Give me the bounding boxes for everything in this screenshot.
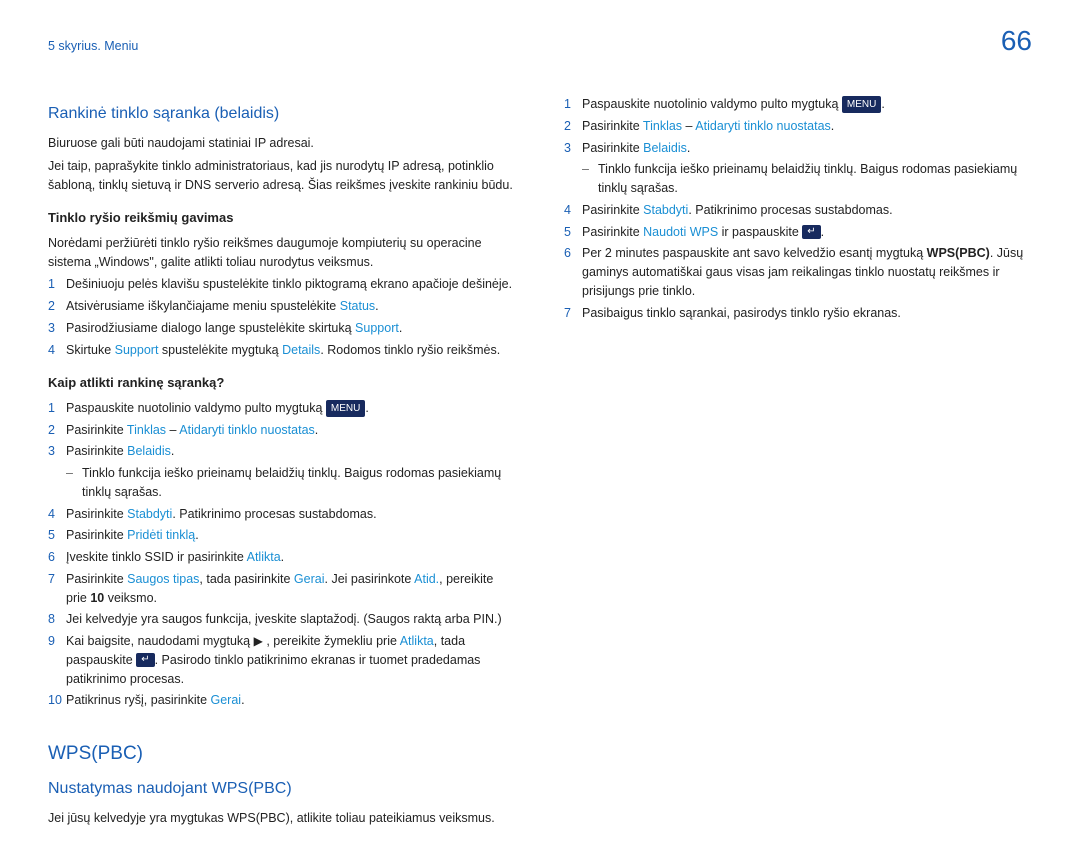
para: Jei jūsų kelvedyje yra mygtukas WPS(PBC)… — [48, 809, 516, 828]
enter-badge: ↵ — [136, 653, 154, 667]
dash-item: –Tinklo funkcija ieško prieinamų belaidž… — [582, 160, 1032, 198]
list-item: 1Paspauskite nuotolinio valdymo pulto my… — [48, 399, 516, 418]
list-item: 5Pasirinkite Pridėti tinklą. — [48, 526, 516, 545]
play-icon: ▶ — [254, 634, 263, 648]
list-body: Įveskite tinklo SSID ir pasirinkite Atli… — [66, 548, 516, 567]
list-number: 2 — [564, 117, 582, 136]
list-body: Skirtuke Support spustelėkite mygtuką De… — [66, 341, 516, 360]
list-item: 3Pasirinkite Belaidis. — [48, 442, 516, 461]
list-item: 3Pasirinkite Belaidis. — [564, 139, 1032, 158]
left-column: Rankinė tinklo sąranka (belaidis) Biuruo… — [48, 92, 516, 831]
list-number: 3 — [48, 442, 66, 461]
content-columns: Rankinė tinklo sąranka (belaidis) Biuruo… — [48, 92, 1032, 831]
list-number: 6 — [48, 548, 66, 567]
list-body: Pasibaigus tinklo sąrankai, pasirodys ti… — [582, 304, 1032, 323]
list-body: Paspauskite nuotolinio valdymo pulto myg… — [66, 399, 516, 418]
list-number: 3 — [48, 319, 66, 338]
enter-badge: ↵ — [802, 225, 820, 239]
page-header: 5 skyrius. Meniu 66 — [48, 20, 1032, 62]
list-number: 5 — [564, 223, 582, 242]
dash-body: Tinklo funkcija ieško prieinamų belaidži… — [82, 464, 516, 502]
list-body: Pasirinkite Pridėti tinklą. — [66, 526, 516, 545]
list-number: 9 — [48, 632, 66, 688]
list-body: Pasirinkite Tinklas – Atidaryti tinklo n… — [582, 117, 1032, 136]
list-body: Pasirinkite Saugos tipas, tada pasirinki… — [66, 570, 516, 608]
list-item: 6Per 2 minutes paspauskite ant savo kelv… — [564, 244, 1032, 300]
page-number: 66 — [1001, 20, 1032, 62]
list-number: 8 — [48, 610, 66, 629]
list-body: Per 2 minutes paspauskite ant savo kelve… — [582, 244, 1032, 300]
section-manual-wireless: Rankinė tinklo sąranka (belaidis) — [48, 102, 516, 126]
list-number: 1 — [564, 95, 582, 114]
list-body: Kai baigsite, naudodami mygtuką ▶ , pere… — [66, 632, 516, 688]
list-item: 8Jei kelvedyje yra saugos funkcija, įves… — [48, 610, 516, 629]
list-body: Pasirinkite Tinklas – Atidaryti tinklo n… — [66, 421, 516, 440]
list-item: 9Kai baigsite, naudodami mygtuką ▶ , per… — [48, 632, 516, 688]
list-body: Patikrinus ryšį, pasirinkite Gerai. — [66, 691, 516, 710]
list-item: 4Pasirinkite Stabdyti. Patikrinimo proce… — [564, 201, 1032, 220]
list-item: 2Pasirinkite Tinklas – Atidaryti tinklo … — [564, 117, 1032, 136]
list-number: 4 — [48, 341, 66, 360]
list-body: Pasirinkite Belaidis. — [582, 139, 1032, 158]
list-item: 5Pasirinkite Naudoti WPS ir paspauskite … — [564, 223, 1032, 242]
list-item: 10Patikrinus ryšį, pasirinkite Gerai. — [48, 691, 516, 710]
para: Jei taip, paprašykite tinklo administrat… — [48, 157, 516, 195]
list-item: 2Atsivėrusiame iškylančiajame meniu spus… — [48, 297, 516, 316]
sub-how-manual: Kaip atlikti rankinę sąranką? — [48, 373, 516, 393]
dash-item: –Tinklo funkcija ieško prieinamų belaidž… — [66, 464, 516, 502]
list-number: 10 — [48, 691, 66, 710]
list-number: 7 — [48, 570, 66, 608]
sub-network-values: Tinklo ryšio reikšmių gavimas — [48, 208, 516, 228]
list-number: 2 — [48, 421, 66, 440]
list-item: 7Pasirinkite Saugos tipas, tada pasirink… — [48, 570, 516, 608]
list-item: 3Pasirodžiusiame dialogo lange spustelėk… — [48, 319, 516, 338]
para: Biuruose gali būti naudojami statiniai I… — [48, 134, 516, 153]
list-item: 2Pasirinkite Tinklas – Atidaryti tinklo … — [48, 421, 516, 440]
list-item: 4Skirtuke Support spustelėkite mygtuką D… — [48, 341, 516, 360]
menu-badge: MENU — [326, 400, 365, 417]
list-body: Pasirinkite Stabdyti. Patikrinimo proces… — [66, 505, 516, 524]
dash-body: Tinklo funkcija ieško prieinamų belaidži… — [598, 160, 1032, 198]
dash-mark: – — [582, 160, 598, 198]
list-body: Paspauskite nuotolinio valdymo pulto myg… — [582, 95, 1032, 114]
para: Norėdami peržiūrėti tinklo ryšio reikšme… — [48, 234, 516, 272]
list-number: 7 — [564, 304, 582, 323]
right-column: 1Paspauskite nuotolinio valdymo pulto my… — [564, 92, 1032, 831]
list-number: 6 — [564, 244, 582, 300]
section-wps: WPS(PBC) — [48, 740, 516, 769]
list-item: 4Pasirinkite Stabdyti. Patikrinimo proce… — [48, 505, 516, 524]
list-body: Pasirodžiusiame dialogo lange spustelėki… — [66, 319, 516, 338]
list-body: Dešiniuoju pelės klavišu spustelėkite ti… — [66, 275, 516, 294]
list-item: 1Dešiniuoju pelės klavišu spustelėkite t… — [48, 275, 516, 294]
list-item: 1Paspauskite nuotolinio valdymo pulto my… — [564, 95, 1032, 114]
menu-badge: MENU — [842, 96, 881, 113]
list-number: 1 — [48, 275, 66, 294]
list-number: 5 — [48, 526, 66, 545]
list-body: Atsivėrusiame iškylančiajame meniu spust… — [66, 297, 516, 316]
list-body: Jei kelvedyje yra saugos funkcija, įvesk… — [66, 610, 516, 629]
dash-mark: – — [66, 464, 82, 502]
list-body: Pasirinkite Stabdyti. Patikrinimo proces… — [582, 201, 1032, 220]
chapter-label: 5 skyrius. Meniu — [48, 37, 138, 56]
list-number: 4 — [48, 505, 66, 524]
list-number: 3 — [564, 139, 582, 158]
list-number: 1 — [48, 399, 66, 418]
list-body: Pasirinkite Naudoti WPS ir paspauskite ↵… — [582, 223, 1032, 242]
list-number: 2 — [48, 297, 66, 316]
list-item: 7Pasibaigus tinklo sąrankai, pasirodys t… — [564, 304, 1032, 323]
list-body: Pasirinkite Belaidis. — [66, 442, 516, 461]
list-item: 6Įveskite tinklo SSID ir pasirinkite Atl… — [48, 548, 516, 567]
list-number: 4 — [564, 201, 582, 220]
section-wps-setup: Nustatymas naudojant WPS(PBC) — [48, 777, 516, 801]
